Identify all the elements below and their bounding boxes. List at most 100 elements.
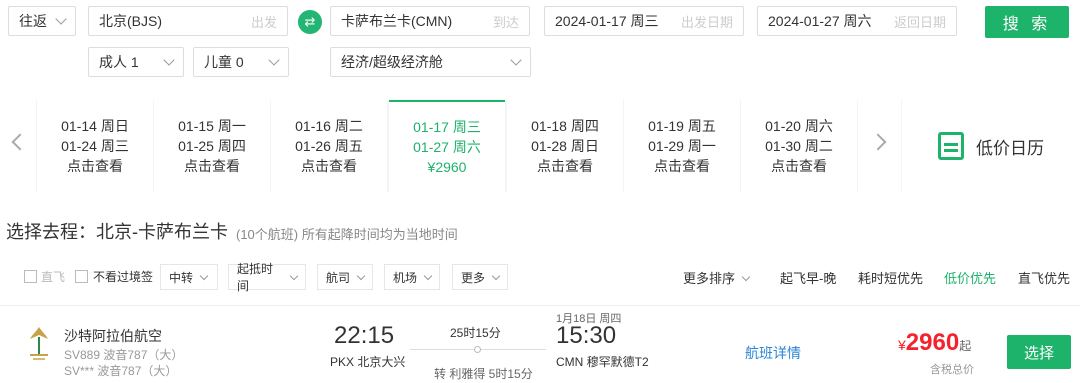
date-cell-selected[interactable]: 01-17 周三 01-27 周六 ¥2960 <box>389 100 505 192</box>
date-cell[interactable]: 01-20 周六 01-30 周二 点击查看 <box>741 100 857 192</box>
date-cell-depart: 01-18 周四 <box>531 118 599 134</box>
date-cell[interactable]: 01-14 周日 01-24 周三 点击查看 <box>37 100 153 192</box>
flight-details-link[interactable]: 航班详情 <box>745 343 801 363</box>
saudia-logo-icon <box>30 327 48 360</box>
to-city-hint: 到达 <box>492 14 519 30</box>
depart-date-hint: 出发日期 <box>680 14 733 30</box>
transfer-dot <box>474 346 481 353</box>
low-price-calendar-label: 低价日历 <box>976 138 1044 158</box>
sort-depart-early[interactable]: 起飞早-晚 <box>780 268 836 287</box>
depart-airport: PKX 北京大兴 <box>330 355 406 369</box>
date-cell-depart: 01-14 周日 <box>61 118 129 134</box>
date-cell-price: 点击查看 <box>301 158 357 174</box>
date-cell-return: 01-24 周三 <box>61 138 129 154</box>
time-filter[interactable]: 起抵时间 <box>228 262 306 293</box>
swap-icon: ⇄ <box>304 14 316 29</box>
duration: 25时15分 <box>450 326 501 340</box>
chevron-down-icon <box>268 54 280 66</box>
trip-type-value: 往返 <box>19 13 47 29</box>
date-cell-return: 01-26 周五 <box>295 138 363 154</box>
date-cell-depart: 01-19 周五 <box>648 118 716 134</box>
depart-time: 22:15 <box>334 322 395 349</box>
cabin-value: 经济/超级经济舱 <box>341 54 443 70</box>
date-cell-return: 01-28 周日 <box>531 138 599 154</box>
next-dates-button[interactable] <box>858 100 901 192</box>
flight-number-2: SV*** 波音787（大） <box>64 364 178 378</box>
from-city-input[interactable]: 北京(BJS) 出发 <box>88 6 288 36</box>
results-title: 选择去程：北京-卡萨布兰卡 <box>6 222 228 242</box>
prev-dates-button[interactable] <box>0 100 36 192</box>
date-cell-price: 点击查看 <box>67 158 123 174</box>
chevron-right-icon <box>869 133 887 151</box>
select-flight-button[interactable]: 选择 <box>1007 335 1071 369</box>
to-city-value: 卡萨布兰卡(CMN) <box>341 13 453 29</box>
no-transit-visa-checkbox[interactable] <box>75 270 88 283</box>
more-sort-dropdown[interactable]: 更多排序 <box>683 268 751 287</box>
price-value: 2960 <box>905 329 960 356</box>
flight-number-1: SV889 波音787（大） <box>64 348 184 362</box>
transfer-filter[interactable]: 中转 <box>160 264 218 290</box>
time-filter-label: 起抵时间 <box>237 262 274 293</box>
chevron-down-icon <box>163 54 175 66</box>
sort-lowest-price[interactable]: 低价优先 <box>944 268 996 287</box>
chevron-left-icon <box>11 133 29 151</box>
more-filter[interactable]: 更多 <box>452 264 508 290</box>
date-cell-return: 01-29 周一 <box>648 138 716 154</box>
date-cell-depart: 01-16 周二 <box>295 118 363 134</box>
trip-type-select[interactable]: 往返 <box>8 6 76 36</box>
search-button[interactable]: 搜 索 <box>985 6 1069 38</box>
chevron-down-icon <box>55 13 67 25</box>
transfer-info: 转 利雅得 5时15分 <box>434 367 533 381</box>
transfer-filter-label: 中转 <box>169 270 194 285</box>
price-symbol: ¥ <box>898 337 906 353</box>
chevron-down-icon <box>199 271 209 280</box>
return-date-input[interactable]: 2024-01-27 周六 返回日期 <box>757 6 957 36</box>
date-cell-return: 01-30 周二 <box>765 138 833 154</box>
date-cell-price: 点击查看 <box>537 158 593 174</box>
to-city-input[interactable]: 卡萨布兰卡(CMN) 到达 <box>330 6 530 36</box>
children-value: 儿童 0 <box>204 54 244 70</box>
airline-filter[interactable]: 航司 <box>317 264 373 290</box>
direct-label: 直飞 <box>41 270 66 284</box>
date-cell-depart: 01-20 周六 <box>765 118 833 134</box>
chevron-down-icon <box>289 271 299 280</box>
direct-checkbox[interactable] <box>24 270 37 283</box>
date-cell-depart: 01-17 周三 <box>413 119 481 135</box>
date-strip: 01-14 周日 01-24 周三 点击查看 01-15 周一 01-25 周四… <box>0 100 1080 192</box>
no-transit-visa-label: 不看过境签 <box>93 270 154 284</box>
price: ¥2960起 <box>898 329 971 357</box>
arrive-airport: CMN 穆罕默德T2 <box>556 355 649 369</box>
date-cell-price: 点击查看 <box>654 158 710 174</box>
results-subtitle: (10个航班) 所有起降时间均为当地时间 <box>236 227 458 242</box>
sort-direct-first[interactable]: 直飞优先 <box>1018 268 1070 287</box>
date-cell-price: ¥2960 <box>427 159 467 175</box>
children-select[interactable]: 儿童 0 <box>193 47 289 77</box>
return-date-hint: 返回日期 <box>893 14 946 30</box>
calendar-icon <box>938 132 964 160</box>
airport-filter[interactable]: 机场 <box>384 264 440 290</box>
date-cell[interactable]: 01-18 周四 01-28 周日 点击查看 <box>507 100 623 192</box>
airport-filter-label: 机场 <box>393 270 418 285</box>
sort-shortest[interactable]: 耗时短优先 <box>858 268 923 287</box>
arrive-time: 15:30 <box>556 322 617 349</box>
swap-cities-button[interactable]: ⇄ <box>298 10 322 34</box>
date-cell-price: 点击查看 <box>184 158 240 174</box>
airline-filter-label: 航司 <box>326 270 351 285</box>
date-cell[interactable]: 01-19 周五 01-29 周一 点击查看 <box>624 100 740 192</box>
depart-date-input[interactable]: 2024-01-17 周三 出发日期 <box>544 6 744 36</box>
cabin-select[interactable]: 经济/超级经济舱 <box>330 47 531 77</box>
chevron-down-icon <box>491 271 501 280</box>
from-city-value: 北京(BJS) <box>99 13 162 29</box>
chevron-down-icon <box>356 271 366 280</box>
date-cell-price: 点击查看 <box>771 158 827 174</box>
price-unit: 起 <box>959 339 972 353</box>
adults-select[interactable]: 成人 1 <box>88 47 184 77</box>
date-cell-return: 01-25 周四 <box>178 138 246 154</box>
date-cell-depart: 01-15 周一 <box>178 118 246 134</box>
chevron-down-icon <box>423 271 433 280</box>
adults-value: 成人 1 <box>99 54 139 70</box>
date-cell[interactable]: 01-16 周二 01-26 周五 点击查看 <box>271 100 387 192</box>
low-price-calendar-button[interactable]: 低价日历 <box>902 100 1080 192</box>
date-cell[interactable]: 01-15 周一 01-25 周四 点击查看 <box>154 100 270 192</box>
chevron-down-icon <box>510 54 522 66</box>
